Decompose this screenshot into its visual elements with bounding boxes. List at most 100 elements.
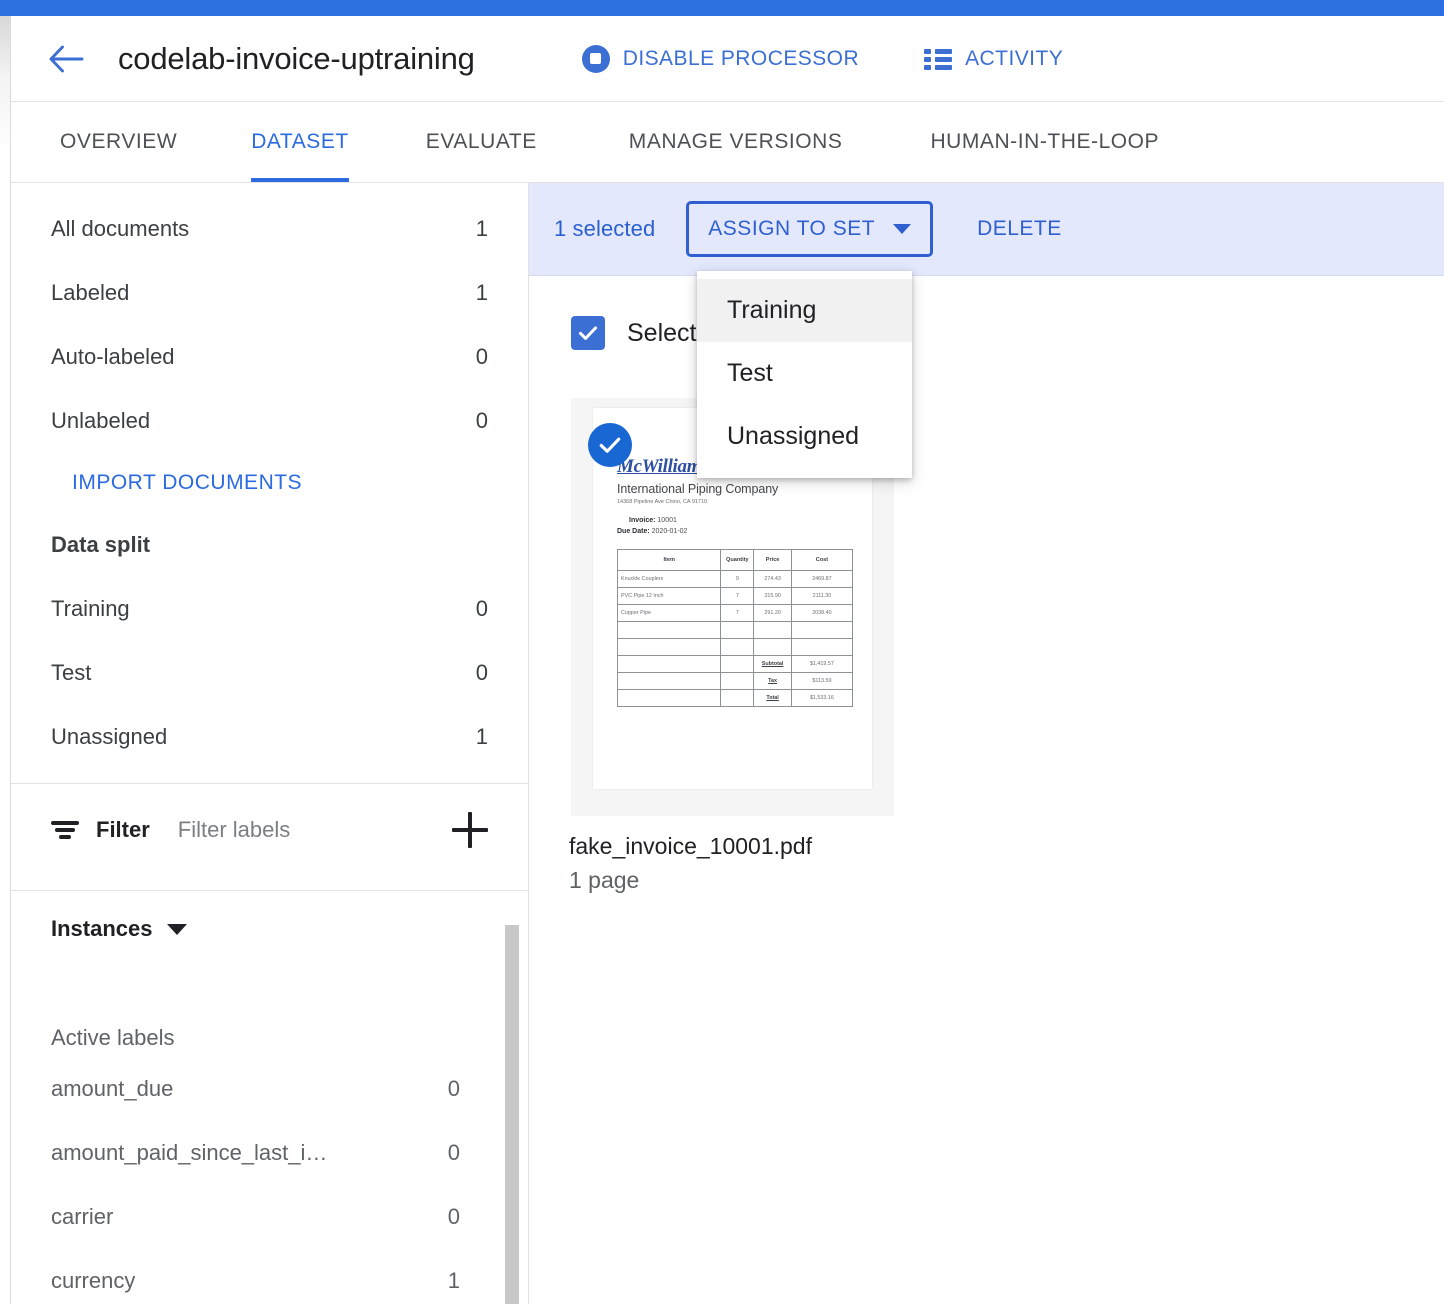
cell-cost: 2111.30 (791, 587, 852, 604)
sidebar-item-label: Unassigned (51, 724, 167, 750)
activity-button[interactable]: ACTIVITY (924, 47, 1063, 71)
browser-top-strip (0, 0, 1444, 16)
sidebar-item-labeled[interactable]: Labeled 1 (11, 261, 528, 325)
table-header-row: Item Quantity Price Cost (618, 549, 853, 570)
label-name: currency (51, 1268, 135, 1294)
tab-manage-versions-label: MANAGE VERSIONS (629, 130, 843, 153)
dataset-content: 1 selected ASSIGN TO SET DELETE Select M… (529, 183, 1444, 1304)
sidebar-item-training[interactable]: Training 0 (11, 577, 528, 641)
cell-price: 274.43 (754, 570, 792, 587)
documents-section: All documents 1 Labeled 1 Auto-labeled 0… (11, 197, 528, 453)
arrow-back-icon (48, 43, 86, 75)
menu-item-label: Test (727, 359, 773, 388)
plus-icon[interactable] (452, 812, 488, 848)
menu-item-test[interactable]: Test (697, 342, 912, 405)
table-row-empty (618, 638, 853, 655)
list-item[interactable]: amount_paid_since_last_i… 0 (11, 1121, 528, 1185)
check-circle-icon[interactable] (588, 423, 632, 467)
chevron-down-icon (893, 224, 911, 234)
total-label: Total (754, 689, 792, 706)
selection-action-bar: 1 selected ASSIGN TO SET DELETE (529, 183, 1444, 276)
delete-button[interactable]: DELETE (977, 217, 1062, 241)
sidebar-item-label: Unlabeled (51, 408, 150, 434)
document-page-count: 1 page (569, 867, 639, 894)
label-name: amount_paid_since_last_i… (51, 1140, 327, 1166)
filter-label: Filter (96, 817, 150, 843)
tax-value: $113.59 (791, 672, 852, 689)
list-item[interactable]: currency 1 (11, 1249, 528, 1304)
chevron-down-icon (167, 924, 187, 935)
label-name: amount_due (51, 1076, 173, 1102)
active-labels-title: Active labels (11, 967, 528, 1057)
table-row: Knuckle Couplers 9 274.43 2469.87 (618, 570, 853, 587)
checkbox-checked-icon[interactable] (571, 316, 605, 350)
total-value: $1,533.16 (791, 689, 852, 706)
cell-qty: 7 (721, 587, 754, 604)
menu-item-label: Training (727, 296, 816, 325)
sidebar-item-label: Test (51, 660, 91, 686)
assign-to-set-button[interactable]: ASSIGN TO SET (686, 201, 933, 257)
filter-labels-input[interactable] (176, 816, 406, 844)
select-all-label: Select (627, 319, 696, 348)
tax-label: Tax (754, 672, 792, 689)
column-header: Price (754, 549, 792, 570)
cell-qty: 9 (721, 570, 754, 587)
tab-dataset[interactable]: DATASET (251, 102, 349, 182)
tab-overview-label: OVERVIEW (60, 130, 177, 153)
tab-manage-versions[interactable]: MANAGE VERSIONS (629, 102, 843, 182)
sidebar-item-label: Auto-labeled (51, 344, 175, 370)
instances-dropdown[interactable]: Instances (11, 891, 528, 967)
sidebar-item-label: Labeled (51, 280, 129, 306)
tab-human-in-the-loop[interactable]: HUMAN-IN-THE-LOOP (930, 102, 1159, 182)
sidebar-item-count: 1 (476, 724, 488, 750)
tab-human-in-the-loop-label: HUMAN-IN-THE-LOOP (930, 130, 1159, 153)
assign-to-set-menu: Training Test Unassigned (697, 271, 912, 478)
label-count: 0 (448, 1204, 460, 1230)
sidebar-item-auto-labeled[interactable]: Auto-labeled 0 (11, 325, 528, 389)
filter-row: Filter (11, 784, 528, 876)
sidebar-item-count: 0 (476, 596, 488, 622)
tab-bar: OVERVIEW DATASET EVALUATE MANAGE VERSION… (11, 102, 1444, 183)
page-header: codelab-invoice-uptraining DISABLE PROCE… (11, 16, 1444, 102)
invoice-meta: Invoice: 10001 Due Date: 2020-01-02 (617, 516, 853, 538)
data-split-section: Training 0 Test 0 Unassigned 1 (11, 577, 528, 769)
invoice-preview: McWilliams International Piping Company … (617, 456, 853, 707)
sidebar-item-unassigned[interactable]: Unassigned 1 (11, 705, 528, 769)
label-name: carrier (51, 1204, 113, 1230)
sidebar-item-unlabeled[interactable]: Unlabeled 0 (11, 389, 528, 453)
sidebar-scrollbar[interactable] (505, 925, 519, 1304)
tab-overview[interactable]: OVERVIEW (60, 102, 177, 182)
back-button[interactable] (43, 35, 91, 83)
column-header: Cost (791, 549, 852, 570)
column-header: Quantity (721, 549, 754, 570)
data-split-title: Data split (11, 513, 528, 577)
sidebar-item-all-documents[interactable]: All documents 1 (11, 197, 528, 261)
tab-evaluate[interactable]: EVALUATE (426, 102, 537, 182)
list-item[interactable]: amount_due 0 (11, 1057, 528, 1121)
selected-count: 1 selected (554, 216, 655, 242)
invoice-address: 14368 Pipeline Ave Chino, CA 91710 (617, 499, 853, 505)
table-row-empty (618, 621, 853, 638)
invoice-table: Item Quantity Price Cost Knuckle Coupler… (617, 549, 853, 707)
tab-dataset-label: DATASET (251, 130, 349, 153)
menu-item-unassigned[interactable]: Unassigned (697, 405, 912, 468)
table-row-total: Total $1,533.16 (618, 689, 853, 706)
invoice-number-value: 10001 (657, 517, 676, 524)
table-row-subtotal: Subtotal $1,419.57 (618, 655, 853, 672)
label-count: 1 (448, 1268, 460, 1294)
disable-processor-button[interactable]: DISABLE PROCESSOR (582, 45, 859, 73)
import-documents-button[interactable]: IMPORT DOCUMENTS (32, 453, 528, 513)
list-item[interactable]: carrier 0 (11, 1185, 528, 1249)
cell-price: 291.20 (754, 604, 792, 621)
stop-circle-icon (582, 45, 610, 73)
sidebar-item-count: 0 (476, 660, 488, 686)
cell-cost: 2038.40 (791, 604, 852, 621)
active-labels-panel: Active labels amount_due 0 amount_paid_s… (11, 967, 528, 1304)
menu-item-training[interactable]: Training (697, 279, 912, 342)
invoice-company: International Piping Company (617, 482, 853, 496)
tab-evaluate-label: EVALUATE (426, 130, 537, 153)
sidebar-item-label: Training (51, 596, 130, 622)
filter-icon (51, 819, 79, 841)
sidebar-item-test[interactable]: Test 0 (11, 641, 528, 705)
label-count: 0 (448, 1076, 460, 1102)
